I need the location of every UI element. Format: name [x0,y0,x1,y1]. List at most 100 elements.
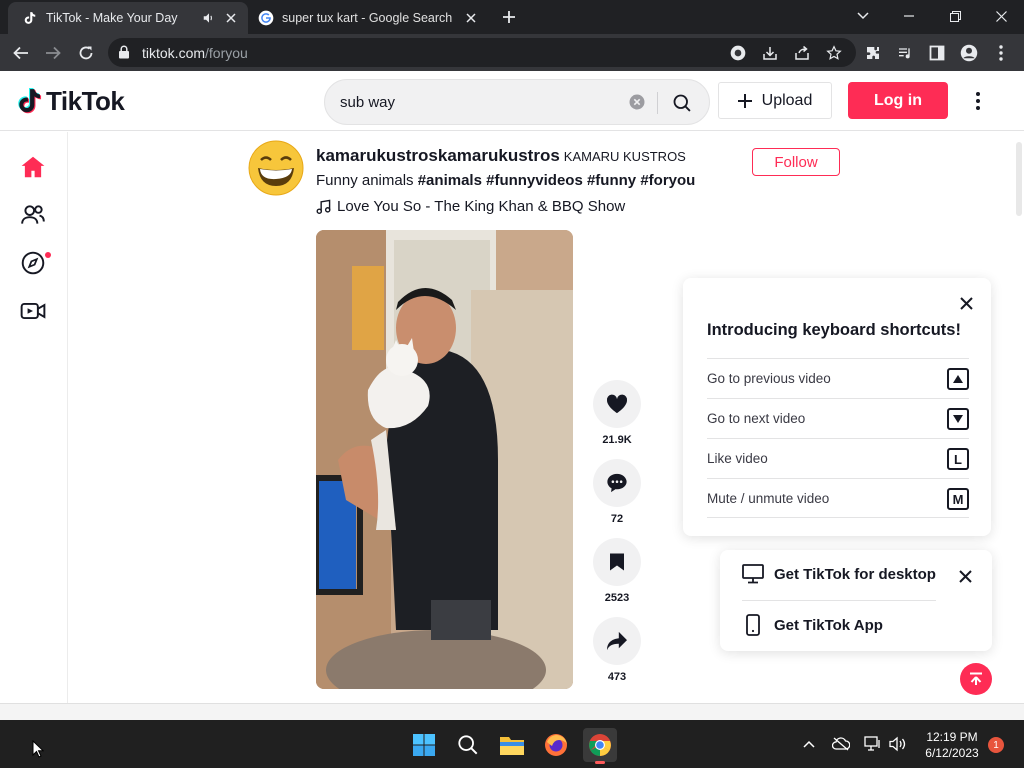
tiktok-logo[interactable]: TikTok [16,86,125,117]
url-text: tiktok.com/foryou [142,45,248,61]
show-hidden-icons-icon[interactable] [798,734,820,754]
tab-title: super tux kart - Google Search [282,11,453,25]
post-caption: Funny animals #animals #funnyvideos #fun… [316,172,695,189]
phone-icon [746,614,760,636]
browser-tab-bar: TikTok - Make Your Day super tux kart - … [0,0,1024,34]
new-tab-button[interactable] [498,6,520,28]
like-action: 21.9K [592,380,642,446]
hashtag-link[interactable]: #funny [587,172,636,189]
follow-button[interactable]: Follow [752,148,840,176]
post-music[interactable]: Love You So - The King Khan & BBQ Show [316,198,625,215]
system-clock[interactable]: 12:19 PM 6/12/2023 [914,729,990,761]
address-bar[interactable]: tiktok.com/foryou [108,38,856,67]
reload-button[interactable] [73,40,99,66]
tab-title: TikTok - Make Your Day [46,11,178,25]
explore-badge [45,252,51,258]
network-icon[interactable] [862,734,884,754]
live-icon[interactable] [18,296,48,326]
windows-logo-icon [413,734,435,756]
video-player[interactable] [316,230,573,689]
windows-taskbar: 12:19 PM 6/12/2023 [0,720,1024,768]
desktop-icon [742,564,764,584]
hashtag-link[interactable]: #foryou [640,172,695,189]
share-count: 473 [607,671,627,683]
taskbar-search-button[interactable] [451,728,485,762]
video-frame-image [316,230,573,689]
share-icon[interactable] [792,43,812,63]
shortcut-key-down [947,408,969,430]
install-app-icon[interactable] [760,43,780,63]
shortcut-row: Go to next video [707,398,969,438]
login-button[interactable]: Log in [848,82,948,119]
more-options-icon[interactable] [966,89,990,113]
tab-google-search[interactable]: super tux kart - Google Search [250,2,488,34]
save-button[interactable] [593,538,641,586]
hashtag-link[interactable]: #funnyvideos [486,172,583,189]
scroll-to-top-button[interactable] [960,663,992,695]
google-lens-icon[interactable] [728,43,748,63]
keyboard-shortcuts-panel: Introducing keyboard shortcuts! Go to pr… [683,278,991,536]
close-tab-icon[interactable] [222,9,240,27]
plus-icon [737,93,752,108]
close-tab-icon[interactable] [462,9,480,27]
close-window-button[interactable] [978,0,1024,32]
hashtag-link[interactable]: #animals [418,172,482,189]
profile-icon[interactable] [958,42,980,64]
like-button[interactable] [593,380,641,428]
avatar[interactable] [248,140,304,196]
firefox-button[interactable] [539,728,573,762]
share-action: 473 [592,617,642,683]
media-control-icon[interactable] [894,42,916,64]
forward-button[interactable] [40,40,66,66]
minimize-button[interactable] [886,0,932,32]
tab-tiktok[interactable]: TikTok - Make Your Day [8,2,248,34]
home-icon[interactable] [18,152,48,182]
shortcut-label: Like video [707,451,768,466]
author-username[interactable]: kamarukustroskamarukustros [316,146,560,166]
folder-icon [500,737,524,755]
close-get-app-icon[interactable] [954,565,976,587]
share-button[interactable] [593,617,641,665]
lock-icon[interactable] [118,45,130,59]
caption-text: Funny animals [316,172,414,189]
side-panel-icon[interactable] [926,42,948,64]
extensions-icon[interactable] [862,42,884,64]
chrome-button[interactable] [583,728,617,764]
search-icon[interactable] [669,91,695,115]
explore-icon[interactable] [18,248,48,278]
start-button[interactable] [407,728,441,762]
comment-count: 72 [610,513,624,525]
chrome-menu-icon[interactable] [990,42,1012,64]
following-icon[interactable] [18,200,48,230]
shortcut-label: Go to previous video [707,371,831,386]
onedrive-offline-icon[interactable] [830,734,852,754]
author-nickname[interactable]: KAMARU KUSTROS [564,149,686,164]
search-input[interactable] [340,91,620,113]
shortcut-row: Like video L [707,438,969,478]
volume-icon[interactable] [886,734,908,754]
mouse-cursor-icon [32,740,44,758]
upload-button[interactable]: Upload [718,82,832,119]
get-desktop-link[interactable]: Get TikTok for desktop [742,564,936,584]
tab-search-chevron-icon[interactable] [840,0,886,32]
shortcut-label: Go to next video [707,411,806,426]
share-arrow-icon [607,631,627,651]
like-count: 21.9K [602,434,632,446]
file-explorer-button[interactable] [495,728,529,762]
close-shortcuts-icon[interactable] [955,292,977,314]
speaker-icon[interactable] [200,9,218,27]
google-favicon-icon [258,10,274,26]
save-count: 2523 [604,592,630,604]
clear-search-icon[interactable] [629,94,645,110]
notification-badge[interactable]: 1 [988,737,1004,753]
get-desktop-label: Get TikTok for desktop [774,565,936,583]
page-scrollbar[interactable] [1016,142,1022,216]
tiktok-note-icon [18,87,42,113]
back-button[interactable] [8,40,34,66]
bookmark-star-icon[interactable] [824,43,844,63]
heart-icon [606,394,628,414]
comment-button[interactable] [593,459,641,507]
restore-button[interactable] [932,0,978,32]
shortcuts-title: Introducing keyboard shortcuts! [707,321,961,339]
get-app-link[interactable]: Get TikTok App [742,614,883,636]
